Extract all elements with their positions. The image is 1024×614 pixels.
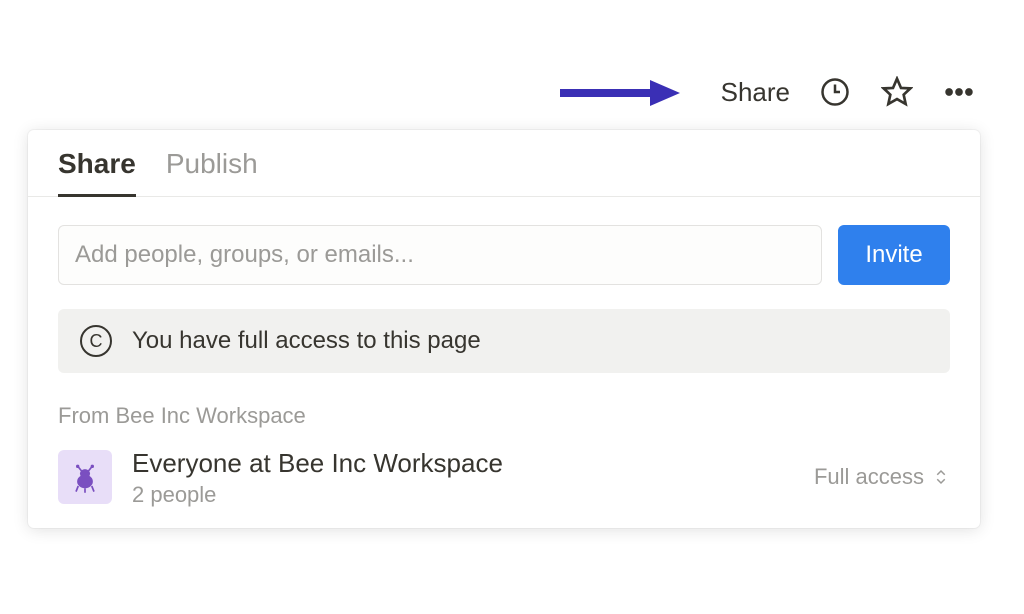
topbar: Share	[721, 75, 976, 109]
annotation-arrow	[560, 78, 680, 108]
history-icon[interactable]	[818, 75, 852, 109]
more-icon[interactable]	[942, 75, 976, 109]
tab-publish[interactable]: Publish	[166, 148, 258, 196]
workspace-avatar-icon	[58, 450, 112, 504]
invite-row: Invite	[28, 197, 980, 285]
member-subtitle: 2 people	[132, 482, 794, 508]
invite-button[interactable]: Invite	[838, 225, 950, 285]
share-button[interactable]: Share	[721, 77, 790, 108]
access-banner: C You have full access to this page	[58, 309, 950, 373]
member-row: Everyone at Bee Inc Workspace 2 people F…	[28, 429, 980, 508]
star-icon[interactable]	[880, 75, 914, 109]
member-text: Everyone at Bee Inc Workspace 2 people	[132, 447, 794, 508]
user-badge-icon: C	[80, 325, 112, 357]
role-label: Full access	[814, 464, 924, 490]
chevron-up-down-icon	[932, 466, 950, 488]
tab-share[interactable]: Share	[58, 148, 136, 197]
section-label: From Bee Inc Workspace	[28, 373, 980, 429]
access-banner-text: You have full access to this page	[132, 327, 481, 355]
share-popover: Share Publish Invite C You have full acc…	[28, 130, 980, 528]
tabs: Share Publish	[28, 130, 980, 197]
role-picker[interactable]: Full access	[814, 464, 950, 490]
invite-input[interactable]	[58, 225, 822, 285]
member-title: Everyone at Bee Inc Workspace	[132, 447, 794, 480]
